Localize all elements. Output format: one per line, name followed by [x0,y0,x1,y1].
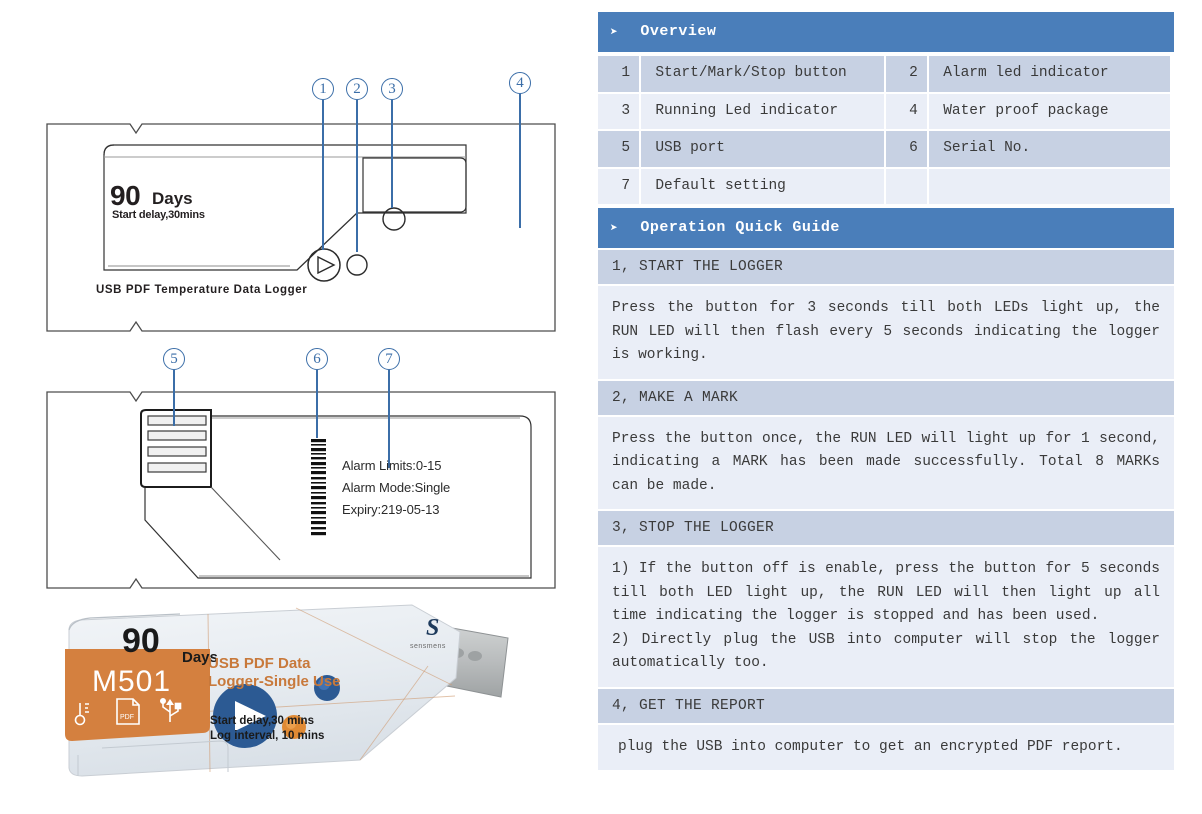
callout-marker-5: 5 [163,348,185,370]
item-label: Start/Mark/Stop button [641,56,884,92]
item-label: Running Led indicator [641,93,884,130]
item-label: Serial No. [929,131,1170,167]
callout-marker-7: 7 [378,348,400,370]
photo-product-line-1: USB PDF Data [208,655,311,672]
brand-wordmark: sensmens [410,643,446,650]
photo-log-interval: Log interval, 10 mins [210,730,325,742]
callout-leader-5 [173,370,175,426]
guide-section-header: ➤ Operation Quick Guide [598,208,1174,249]
item-label: Default setting [641,168,884,205]
brand-s-logo: S [426,615,439,641]
guide-step-title: 1, START THE LOGGER [598,250,1174,285]
alarm-mode-text: Alarm Mode:Single [342,480,451,495]
guide-step-title: 3, STOP THE LOGGER [598,511,1174,546]
item-label: Water proof package [929,93,1170,130]
overview-table: 1 Start/Mark/Stop button 2 Alarm led ind… [596,54,1172,206]
guide-step-title: 4, GET THE REPORT [598,688,1174,723]
item-number [885,168,928,205]
info-panel: ➤ Overview 1 Start/Mark/Stop button 2 Al… [598,12,1174,772]
item-label [929,168,1170,205]
item-number: 2 [885,56,928,92]
guide-step-body: 1) If the button off is enable, press th… [598,547,1174,687]
guide-title: Operation Quick Guide [640,219,840,237]
table-row: 5 USB port 6 Serial No. [598,131,1170,167]
item-number: 7 [598,168,640,205]
svg-text:PDF: PDF [120,714,134,721]
item-number: 6 [885,131,928,167]
photo-days-number: 90 [122,622,160,660]
chevron-right-icon: ➤ [610,220,619,236]
guide-step-title: 2, MAKE A MARK [598,380,1174,415]
alarm-limits-text: Alarm Limits:0-15 [342,458,442,473]
callout-leader-6 [316,370,318,438]
guide-step-body: Press the button for 3 seconds till both… [598,286,1174,379]
table-row: 7 Default setting [598,168,1170,205]
photo-start-delay: Start delay,30 mins [210,715,314,727]
expiry-text: Expiry:219-05-13 [342,502,440,517]
item-label: Alarm led indicator [929,56,1170,92]
photo-product-line-2: Logger-Single Use [208,673,341,690]
item-number: 5 [598,131,640,167]
callout-leader-7 [388,370,390,468]
item-number: 3 [598,93,640,130]
item-number: 4 [885,93,928,130]
callout-marker-6: 6 [306,348,328,370]
overview-section-header: ➤ Overview [598,12,1174,52]
guide-step-body: Press the button once, the RUN LED will … [598,416,1174,510]
item-label: USB port [641,131,884,167]
serial-barcode [311,439,326,536]
back-view-linework [46,391,556,589]
overview-title: Overview [640,23,717,40]
illustration-panel: 1 2 3 4 90 Days Start delay,30mins USB P… [0,0,598,814]
table-row: 3 Running Led indicator 4 Water proof pa… [598,93,1170,130]
guide-step-body: plug the USB into computer to get an enc… [598,724,1174,771]
product-photo: S sensmens PDF 90 Days M501 USB PDF Data… [60,600,580,805]
chevron-right-icon: ➤ [610,24,619,40]
manual-page: 1 2 3 4 90 Days Start delay,30mins USB P… [0,0,1202,814]
item-number: 1 [598,56,640,92]
table-row: 1 Start/Mark/Stop button 2 Alarm led ind… [598,56,1170,92]
photo-model-code: M501 [92,665,172,698]
